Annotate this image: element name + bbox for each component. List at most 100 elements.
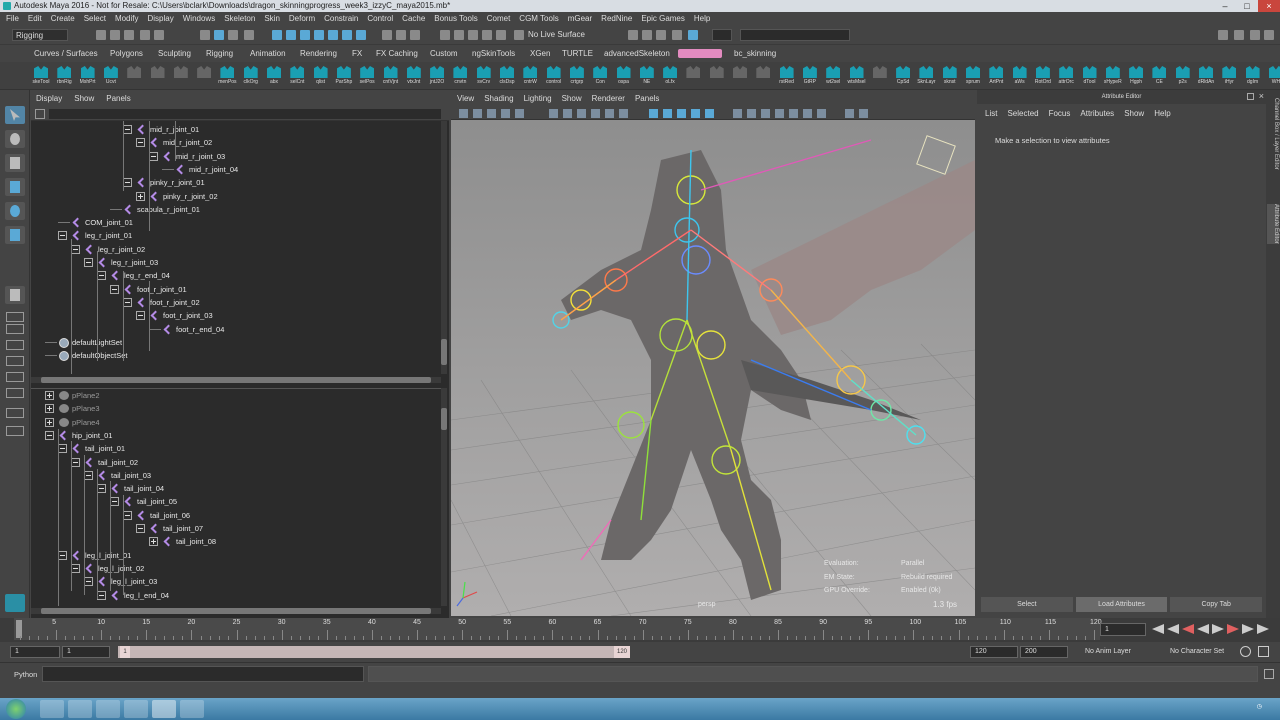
shelf-button-blank[interactable] <box>869 64 891 88</box>
paint-select-tool-button[interactable] <box>5 154 25 172</box>
lasso-tool-button[interactable] <box>5 130 25 148</box>
outliner-item[interactable]: hip_joint_01 <box>72 429 112 442</box>
viewport-menu-panels[interactable]: Panels <box>635 94 659 103</box>
outliner-item[interactable]: tail_joint_01 <box>85 442 125 455</box>
current-time-indicator[interactable] <box>16 620 22 638</box>
shelf-button-dtool[interactable]: dTool <box>1079 64 1101 88</box>
copy-tab-button[interactable]: Copy Tab <box>1170 597 1263 612</box>
command-input[interactable] <box>42 666 364 682</box>
snap-point-icon[interactable] <box>410 30 420 40</box>
shelf-button-menpos[interactable]: menPos <box>216 64 238 88</box>
shelf-button-parshp[interactable]: ParShp <box>333 64 355 88</box>
selection-mask-icon[interactable] <box>356 30 366 40</box>
menu-create[interactable]: Create <box>51 14 75 23</box>
scroll-thumb[interactable] <box>41 377 431 383</box>
shelf-button-cntvjnt[interactable]: cntVjnt <box>380 64 402 88</box>
xray-active-icon[interactable] <box>859 109 868 118</box>
shelf-button-attrorc[interactable]: attrOrc <box>1055 64 1077 88</box>
outliner-item[interactable]: scapula_r_joint_01 <box>137 203 200 216</box>
menu-control[interactable]: Control <box>367 14 393 23</box>
expand-toggle-icon[interactable] <box>45 417 54 427</box>
menu-select[interactable]: Select <box>84 14 106 23</box>
scroll-thumb[interactable] <box>441 408 447 430</box>
xray-joints-icon[interactable] <box>747 109 756 118</box>
attr-menu-list[interactable]: List <box>985 109 997 118</box>
shelf-button-vtxjnt[interactable]: vtxJnt <box>403 64 425 88</box>
safe-action-icon[interactable] <box>605 109 614 118</box>
outliner-top-vscroll[interactable] <box>441 121 447 374</box>
shelf-button-cpsd[interactable]: CpSd <box>892 64 914 88</box>
layout-icon[interactable] <box>1264 30 1274 40</box>
shelf-button-artpnt[interactable]: ArtPnt <box>985 64 1007 88</box>
play-backwards-icon[interactable] <box>1197 624 1209 634</box>
shelf-tab-rigging[interactable]: Rigging <box>206 49 233 58</box>
outliner-item[interactable]: mid_r_joint_03 <box>176 150 225 163</box>
shelf-button-shyper[interactable]: sHypeR <box>1102 64 1124 88</box>
menu-bonus-tools[interactable]: Bonus Tools <box>434 14 477 23</box>
expand-toggle-icon[interactable] <box>136 138 145 148</box>
expand-toggle-icon[interactable] <box>97 484 106 494</box>
resolution-gate-icon[interactable] <box>563 109 572 118</box>
outliner-item[interactable]: leg_l_joint_02 <box>98 562 144 575</box>
attribute-editor-tab[interactable]: Attribute Editor <box>1267 204 1279 244</box>
expand-toggle-icon[interactable] <box>149 151 158 161</box>
attr-menu-help[interactable]: Help <box>1154 109 1170 118</box>
taskbar-app-icon[interactable] <box>40 700 64 718</box>
redo-icon[interactable] <box>154 30 164 40</box>
shelf-button-gtrp[interactable]: GtRP <box>799 64 821 88</box>
select-hierarchy-icon[interactable] <box>200 30 210 40</box>
close-icon[interactable]: × <box>1259 91 1264 101</box>
live-surface-icon[interactable] <box>514 30 524 40</box>
shelf-tab-curves-surfaces[interactable]: Curves / Surfaces <box>34 49 98 58</box>
ambient-occlusion-icon[interactable] <box>789 109 798 118</box>
current-frame-field[interactable]: 1 <box>1100 623 1146 636</box>
shelf-tab-bc-skin-tools[interactable] <box>678 49 722 58</box>
snap-surface-icon[interactable] <box>440 30 450 40</box>
step-forward-frame-icon[interactable] <box>1227 624 1239 634</box>
field-chart-icon[interactable] <box>591 109 600 118</box>
anim-layer-dropdown[interactable]: No Anim Layer <box>1085 648 1131 655</box>
shelf-tab-custom[interactable]: Custom <box>430 49 458 58</box>
shelf-button-wtsmsel[interactable]: wtsMsel <box>846 64 868 88</box>
shelf-button-selcnt[interactable]: selCnt <box>286 64 308 88</box>
expand-toggle-icon[interactable] <box>84 258 93 267</box>
antialiasing-icon[interactable] <box>803 109 812 118</box>
outliner-item[interactable]: mid_r_joint_04 <box>189 163 238 176</box>
shelf-button-ospa[interactable]: ospa <box>613 64 635 88</box>
attr-menu-attributes[interactable]: Attributes <box>1080 109 1114 118</box>
expand-toggle-icon[interactable] <box>58 444 67 454</box>
attr-menu-selected[interactable]: Selected <box>1007 109 1038 118</box>
expand-toggle-icon[interactable] <box>45 391 54 400</box>
shelf-button-ucvt[interactable]: Ucvt <box>100 64 122 88</box>
gate-mask-icon[interactable] <box>577 109 586 118</box>
menu-skin[interactable]: Skin <box>264 14 280 23</box>
lock-icon[interactable] <box>244 30 254 40</box>
shelf-button-sketool[interactable]: skeTool <box>30 64 52 88</box>
outliner-item[interactable]: leg_r_end_04 <box>124 269 170 282</box>
shelf-button-svcrv[interactable]: svCrv <box>473 64 495 88</box>
open-scene-icon[interactable] <box>110 30 120 40</box>
outliner-item[interactable]: tail_joint_08 <box>176 535 216 548</box>
selection-mask-icon[interactable] <box>314 30 324 40</box>
scroll-thumb[interactable] <box>41 608 431 614</box>
grid-icon[interactable] <box>515 109 524 118</box>
safe-title-icon[interactable] <box>619 109 628 118</box>
render-settings-icon[interactable] <box>672 30 682 40</box>
shelf-button-mshprt[interactable]: MshPrt <box>77 64 99 88</box>
outliner-item[interactable]: tail_joint_03 <box>111 469 151 482</box>
shelf-button-blank[interactable] <box>706 64 728 88</box>
range-start-handle[interactable]: 1 <box>120 646 130 658</box>
shelf-button-rotord[interactable]: RotOrd <box>1032 64 1054 88</box>
taskbar-app-icon[interactable] <box>68 700 92 718</box>
filter-icon[interactable] <box>35 109 45 119</box>
shelf-button-rstred[interactable]: rstRed <box>776 64 798 88</box>
new-scene-icon[interactable] <box>96 30 106 40</box>
outliner-item[interactable]: tail_joint_06 <box>150 509 190 522</box>
viewport-menu-view[interactable]: View <box>457 94 474 103</box>
undo-icon[interactable] <box>140 30 150 40</box>
layout-graph-icon[interactable] <box>6 372 24 382</box>
shelf-button-sprum[interactable]: sprum <box>962 64 984 88</box>
outliner-item[interactable]: leg_r_joint_01 <box>85 229 132 242</box>
shelf-button-wt2sel[interactable]: wt2sel <box>822 64 844 88</box>
layout-icon[interactable] <box>1234 30 1244 40</box>
